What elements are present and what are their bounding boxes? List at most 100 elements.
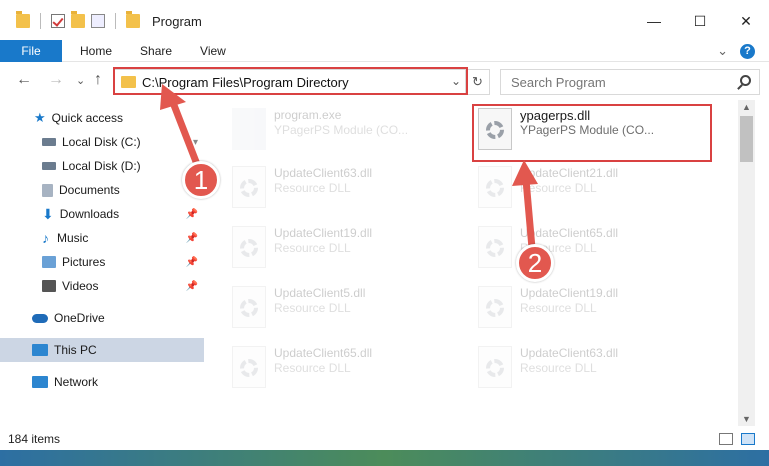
sidebar-item-local-disk-c[interactable]: Local Disk (C:) ▾	[0, 130, 204, 154]
separator	[40, 13, 41, 29]
sidebar-item-music[interactable]: ♪ Music 📌	[0, 226, 204, 250]
forward-button[interactable]: →	[48, 71, 64, 89]
exe-icon	[232, 108, 266, 150]
pin-icon: 📌	[185, 208, 198, 220]
separator	[115, 13, 116, 29]
file-item-program-exe[interactable]: program.exe YPagerPS Module (CO...	[232, 108, 408, 150]
file-name: UpdateClient63.dll	[274, 166, 373, 180]
search-input[interactable]	[511, 74, 731, 90]
file-type: Resource DLL	[274, 301, 351, 315]
download-icon: ⬇	[42, 205, 54, 222]
scroll-thumb[interactable]	[740, 116, 753, 162]
scroll-down-arrow-icon[interactable]: ▼	[742, 414, 751, 424]
dll-file-icon	[232, 286, 266, 328]
sidebar-item-videos[interactable]: Videos 📌	[0, 274, 204, 298]
sidebar-item-label: Local Disk (C:)	[62, 135, 141, 149]
file-item[interactable]: UpdateClient63.dll Resource DLL	[478, 346, 618, 388]
file-type: Resource DLL	[274, 361, 351, 375]
dll-file-icon	[232, 166, 266, 208]
dll-file-icon	[478, 346, 512, 388]
dll-file-icon	[232, 226, 266, 268]
explorer-window: Program — ☐ ✕ File Home Share View ⌄ ? ←…	[0, 0, 769, 466]
title-bar: Program — ☐ ✕	[0, 0, 769, 42]
customize-toolbar-icon[interactable]	[91, 14, 105, 28]
sidebar-item-label: This PC	[54, 343, 97, 357]
scroll-up-arrow-icon[interactable]: ▲	[742, 102, 751, 112]
music-icon: ♪	[42, 230, 49, 246]
sidebar-item-downloads[interactable]: ⬇ Downloads 📌	[0, 202, 204, 226]
file-type: Resource DLL	[274, 241, 351, 255]
gear-icon	[486, 239, 504, 257]
sidebar-item-local-disk-d[interactable]: Local Disk (D:) ▾	[0, 154, 204, 178]
file-type: Resource DLL	[520, 181, 597, 195]
sidebar-item-pictures[interactable]: Pictures 📌	[0, 250, 204, 274]
minimize-button[interactable]: —	[631, 0, 677, 42]
file-item[interactable]: UpdateClient19.dll Resource DLL	[478, 286, 618, 328]
tab-share[interactable]: Share	[126, 44, 186, 58]
sidebar-item-onedrive[interactable]: OneDrive	[0, 306, 204, 330]
pin-icon: 📌	[185, 232, 198, 244]
drive-icon	[42, 138, 56, 146]
pictures-icon	[42, 256, 56, 268]
file-type: Resource DLL	[274, 181, 351, 195]
file-item[interactable]: UpdateClient19.dll Resource DLL	[232, 226, 372, 268]
callout-badge-two: 2	[516, 244, 554, 282]
file-item[interactable]: UpdateClient5.dll Resource DLL	[232, 286, 365, 328]
vertical-scrollbar[interactable]: ▲ ▼	[738, 100, 755, 426]
properties-check-icon[interactable]	[51, 14, 65, 28]
file-name: UpdateClient5.dll	[274, 286, 366, 300]
sidebar-item-label: Music	[57, 231, 89, 245]
dll-file-icon	[478, 226, 512, 268]
dll-file-icon	[478, 286, 512, 328]
file-item[interactable]: UpdateClient21.dll Resource DLL	[478, 166, 618, 208]
sidebar-item-label: Quick access	[51, 111, 124, 125]
ribbon-right: ⌄ ?	[717, 43, 755, 59]
dll-file-icon	[478, 166, 512, 208]
file-item[interactable]: UpdateClient63.dll Resource DLL	[232, 166, 372, 208]
file-name: UpdateClient65.dll	[520, 226, 619, 240]
tab-view[interactable]: View	[186, 44, 240, 58]
sidebar-item-network[interactable]: Network	[0, 370, 204, 394]
window-folder-icon	[126, 11, 140, 28]
back-button[interactable]: ←	[16, 71, 32, 89]
sidebar-item-label: OneDrive	[54, 311, 105, 325]
network-icon	[32, 376, 48, 388]
ribbon-tabs: File Home Share View ⌄ ?	[0, 39, 769, 62]
search-box[interactable]	[500, 69, 760, 95]
gear-icon	[486, 179, 504, 197]
tab-file[interactable]: File	[0, 39, 62, 62]
file-name: UpdateClient19.dll	[520, 286, 619, 300]
sidebar-item-quick-access[interactable]: ★ Quick access	[0, 106, 204, 130]
documents-icon	[42, 183, 53, 197]
sidebar-item-documents[interactable]: Documents ▾	[0, 178, 204, 202]
up-button[interactable]: ↑	[94, 71, 102, 89]
dll-file-icon	[232, 346, 266, 388]
recent-locations-button[interactable]: ⌄	[76, 74, 85, 87]
help-icon[interactable]: ?	[740, 43, 755, 59]
sidebar-item-label: Network	[54, 375, 99, 389]
close-button[interactable]: ✕	[723, 0, 769, 42]
gear-icon	[240, 239, 258, 257]
new-folder-icon[interactable]	[71, 11, 85, 28]
maximize-button[interactable]: ☐	[677, 0, 723, 42]
computer-icon	[32, 344, 48, 356]
expand-ribbon-icon[interactable]: ⌄	[717, 43, 728, 59]
file-item[interactable]: UpdateClient65.dll Resource DLL	[232, 346, 372, 388]
view-toggle	[719, 433, 755, 445]
pin-icon: 📌	[185, 280, 198, 292]
large-icons-view-icon[interactable]	[741, 433, 755, 445]
details-view-icon[interactable]	[719, 433, 733, 445]
folder-icon	[16, 11, 30, 28]
file-type: Resource DLL	[520, 301, 597, 315]
navigation-pane: ★ Quick access Local Disk (C:) ▾ Local D…	[0, 100, 204, 426]
desktop-background	[0, 450, 769, 466]
file-name: UpdateClient65.dll	[274, 346, 373, 360]
status-bar: 184 items	[0, 428, 769, 450]
gear-icon	[240, 299, 258, 317]
sidebar-item-label: Local Disk (D:)	[62, 159, 141, 173]
callout-badge-one: 1	[182, 161, 220, 199]
refresh-button[interactable]: ↻	[465, 70, 489, 94]
file-highlight-frame	[472, 104, 712, 162]
sidebar-item-this-pc[interactable]: This PC	[0, 338, 204, 362]
tab-home[interactable]: Home	[62, 44, 126, 58]
